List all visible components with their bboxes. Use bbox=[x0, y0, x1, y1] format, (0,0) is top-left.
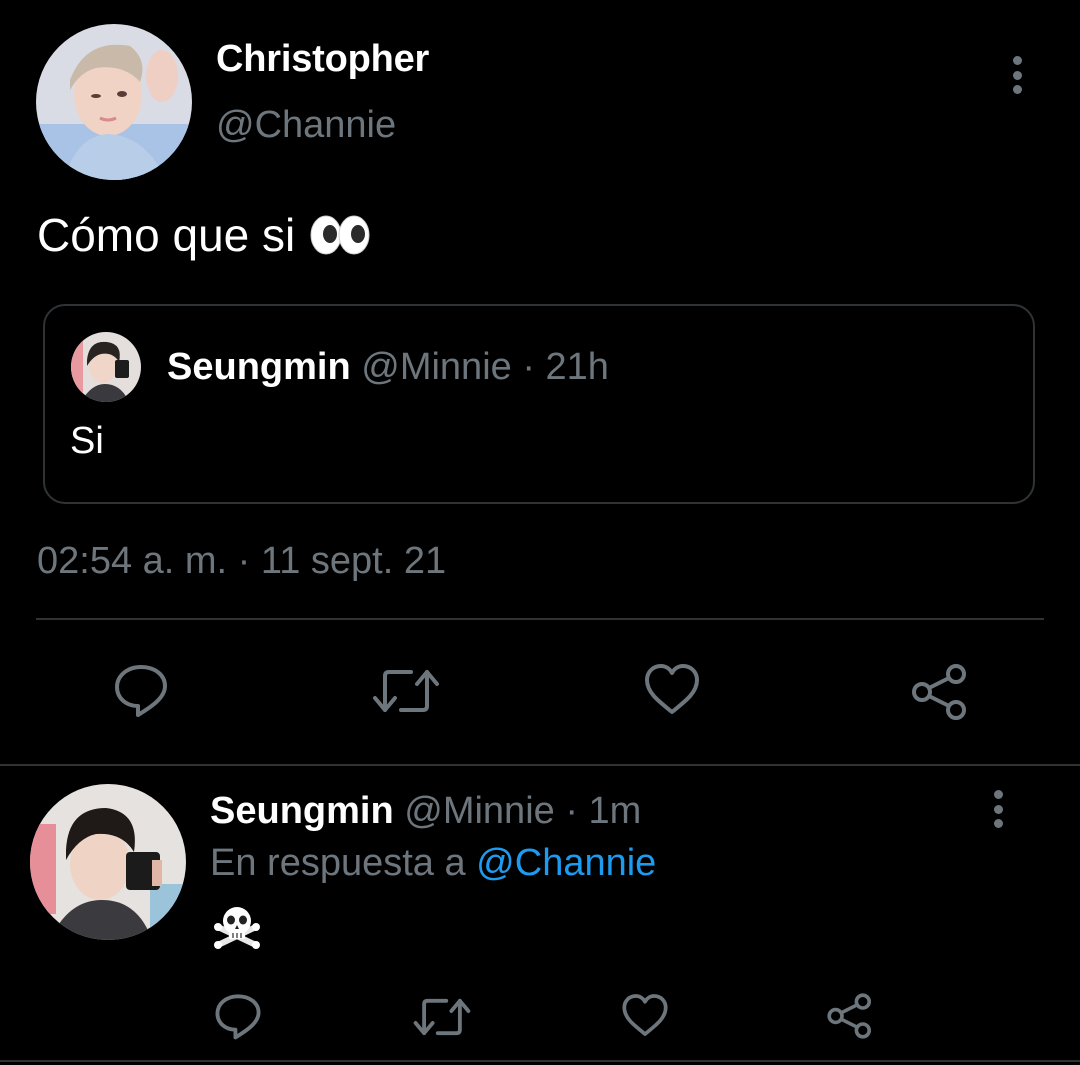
retweet-button[interactable] bbox=[412, 994, 472, 1040]
reply-handle-time: @Minnie · 1m bbox=[404, 790, 642, 832]
reply-meta: @Minnie · 1m bbox=[404, 790, 641, 832]
reply-button[interactable] bbox=[214, 992, 262, 1040]
replying-to: En respuesta a @Channie bbox=[210, 842, 656, 885]
display-name[interactable]: Christopher bbox=[216, 38, 429, 81]
quoted-tweet-text: Si bbox=[70, 420, 104, 462]
share-icon bbox=[827, 993, 871, 1039]
like-button[interactable] bbox=[621, 992, 669, 1038]
reply-icon bbox=[215, 994, 261, 1040]
avatar[interactable] bbox=[36, 24, 192, 180]
tweet-timestamp: 02:54 a. m. · 11 sept. 21 bbox=[37, 540, 447, 582]
eyes-icon bbox=[310, 215, 370, 255]
avatar-image bbox=[36, 24, 192, 180]
retweet-icon bbox=[413, 998, 471, 1036]
quoted-avatar[interactable] bbox=[71, 332, 141, 402]
like-button[interactable] bbox=[643, 662, 701, 716]
retweet-button[interactable] bbox=[371, 664, 441, 718]
reply-mention-link[interactable]: @Channie bbox=[476, 842, 656, 884]
heart-icon bbox=[645, 664, 699, 714]
divider bbox=[0, 1060, 1080, 1062]
reply-avatar-image bbox=[30, 784, 186, 940]
user-handle[interactable]: @Channie bbox=[216, 104, 396, 147]
heart-icon bbox=[622, 994, 668, 1036]
quoted-avatar-image bbox=[71, 332, 141, 402]
tweet-detail-page: Christopher @Channie Cómo que si Seungmi… bbox=[0, 0, 1080, 1065]
more-options-icon[interactable] bbox=[988, 790, 1008, 828]
replying-to-label: En respuesta a bbox=[210, 842, 466, 884]
tweet-text-content: Cómo que si bbox=[37, 209, 296, 261]
skull-crossbones-icon bbox=[214, 907, 260, 949]
reply-display-name[interactable]: Seungmin bbox=[210, 790, 394, 832]
quoted-tweet-header: Seungmin @Minnie · 21h bbox=[167, 346, 609, 389]
quoted-meta: @Minnie · 21h bbox=[361, 346, 609, 388]
reply-icon bbox=[115, 665, 167, 717]
quoted-tweet-card[interactable]: Seungmin @Minnie · 21h Si bbox=[43, 304, 1035, 504]
retweet-icon bbox=[373, 670, 439, 712]
share-icon bbox=[912, 664, 966, 720]
share-button[interactable] bbox=[910, 662, 970, 722]
divider bbox=[0, 764, 1080, 766]
reply-avatar[interactable] bbox=[30, 784, 186, 940]
divider bbox=[36, 618, 1044, 620]
reply-tweet-header: Seungmin @Minnie · 1m bbox=[210, 790, 641, 833]
share-button[interactable] bbox=[826, 992, 874, 1040]
quoted-handle-time: @Minnie · 21h bbox=[361, 346, 609, 388]
quoted-display-name[interactable]: Seungmin bbox=[167, 346, 351, 388]
more-options-icon[interactable] bbox=[1007, 56, 1027, 94]
tweet-text: Cómo que si bbox=[37, 208, 371, 262]
reply-button[interactable] bbox=[113, 662, 169, 718]
